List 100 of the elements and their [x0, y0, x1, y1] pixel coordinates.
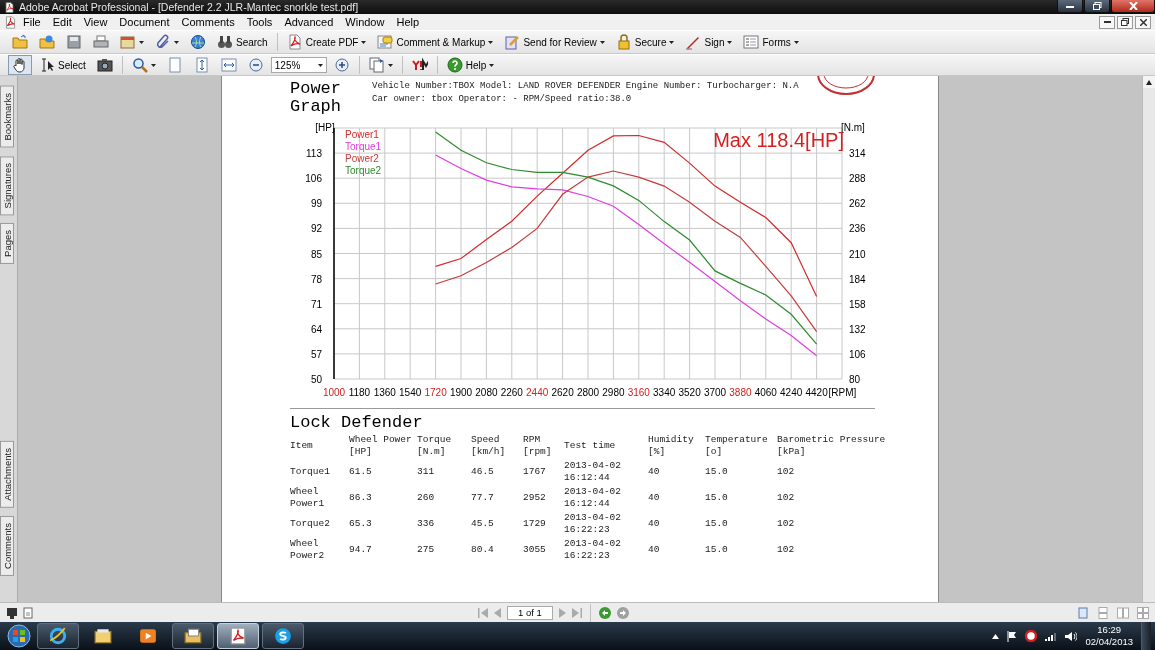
table-cell-text: 102 [777, 544, 796, 556]
table-cell-text: 15.0 [705, 466, 729, 478]
signal-icon[interactable] [1045, 631, 1058, 641]
create-pdf-button[interactable]: Create PDF [282, 32, 371, 52]
axis-label: 288 [849, 173, 866, 185]
comment-button[interactable]: Comment & Markup [373, 32, 498, 52]
ring-icon[interactable] [1025, 630, 1038, 642]
axis-label: 262 [849, 198, 866, 210]
taskbar-button[interactable] [262, 623, 304, 649]
last-page-icon [572, 607, 582, 618]
table-cell-text: 2013-04-02 16:22:23 [564, 538, 622, 562]
menu-item[interactable]: File [17, 16, 47, 28]
table-cell-text: Torque1 [290, 466, 331, 478]
minimize-button[interactable] [1099, 15, 1115, 29]
menu-item[interactable]: Help [390, 16, 426, 28]
axis-label: 3520 [678, 387, 701, 398]
caret-icon [489, 63, 495, 67]
minimize-button[interactable] [1057, 0, 1083, 13]
close-button[interactable] [1135, 15, 1151, 29]
globe-icon [190, 34, 206, 50]
send-review-button[interactable]: Send for Review [500, 32, 609, 52]
taskbar-button[interactable] [172, 623, 214, 649]
side-panel-tab[interactable]: Attachments [0, 441, 14, 509]
close-button[interactable] [1111, 0, 1155, 13]
flag-icon[interactable] [1007, 630, 1018, 642]
column-header: Barometric Pressure [kPa] [777, 434, 887, 458]
menu-item[interactable]: Edit [46, 16, 78, 28]
restore-button[interactable] [1117, 15, 1133, 29]
side-panel-tab[interactable]: Bookmarks [0, 86, 14, 148]
hand-tool-button[interactable] [8, 55, 32, 75]
monitor-icon [6, 606, 18, 619]
taskbar-button[interactable] [37, 623, 79, 649]
table-cell-text: 46.5 [471, 466, 495, 478]
axis-label: 99 [310, 198, 322, 210]
fit-width-icon [220, 57, 237, 73]
caret-icon [669, 40, 675, 44]
menu-item[interactable]: Advanced [278, 16, 340, 28]
page-number-field[interactable]: 1 of 1 [507, 605, 553, 620]
fit-height-icon [193, 57, 210, 73]
axis-label: 314 [849, 148, 866, 160]
browser-icon [49, 627, 67, 645]
axis-label: 184 [849, 273, 866, 285]
legend-label: Power1 [345, 129, 379, 140]
axis-title: [N.m] [841, 122, 865, 133]
table-cell-text: Torque2 [290, 518, 331, 530]
window-title: Adobe Acrobat Professional - [Defender 2.2 JLR-Mantec snorkle test.pdf] [19, 1, 359, 13]
restore-button[interactable] [1084, 0, 1110, 13]
minimize-icon [1066, 4, 1074, 8]
table-cell-text: 260 [417, 492, 436, 504]
axis-label: 158 [849, 298, 866, 310]
table-cell-text: 15.0 [705, 492, 729, 504]
menu-item[interactable]: Window [339, 16, 391, 28]
back-button[interactable] [599, 606, 611, 619]
pen-icon [685, 34, 702, 50]
legend-label: Power2 [345, 153, 379, 164]
legend-label: Torque2 [345, 165, 382, 176]
zoom-field[interactable]: 125% [270, 57, 327, 73]
column-header: Temperature [o] [705, 434, 769, 458]
form-icon [743, 34, 760, 50]
padlock-icon [615, 34, 632, 50]
axis-label: 1180 [348, 387, 371, 398]
scroll-up-button[interactable] [1143, 76, 1155, 88]
sign-button[interactable]: Sign [681, 32, 737, 52]
forward-button[interactable] [617, 606, 629, 619]
start-button[interactable] [4, 622, 34, 650]
side-panel-tab[interactable]: Comments [0, 516, 14, 576]
arrow-up-icon[interactable] [992, 633, 1000, 639]
caret-icon [174, 40, 179, 44]
forms-button[interactable]: Forms [739, 32, 803, 52]
side-panel-tab[interactable]: Signatures [0, 155, 14, 215]
column-header: Item [290, 440, 314, 452]
clock[interactable]: 16:29 02/04/2013 [1085, 624, 1133, 648]
axis-label: 106 [305, 173, 322, 185]
axis-label: 2440 [526, 387, 549, 398]
text-cursor-icon [39, 57, 55, 73]
table-cell-text: Wheel Power1 [290, 486, 326, 510]
document-pen-icon [504, 34, 521, 50]
note-icon [377, 34, 394, 50]
magnifier-icon [131, 57, 148, 73]
select-tool-button[interactable]: Select [35, 55, 90, 75]
table-cell-text: 2013-04-02 16:12:44 [564, 486, 622, 510]
axis-label: 4420 [805, 387, 828, 398]
axis-label: 64 [310, 323, 322, 335]
menu-item[interactable]: View [77, 16, 114, 28]
secure-button[interactable]: Secure [611, 32, 679, 52]
speaker-icon[interactable] [1065, 630, 1078, 642]
close-icon [1139, 18, 1147, 26]
side-panel-tab[interactable]: Pages [0, 222, 14, 264]
help-button[interactable]: Help [442, 55, 499, 75]
caret-icon [361, 40, 367, 44]
search-button[interactable]: Search [213, 32, 272, 52]
caret-icon [793, 40, 799, 44]
pdf-document-icon [286, 34, 303, 50]
section-title: Lock Defender [290, 413, 424, 432]
menu-item[interactable]: Document [113, 16, 176, 28]
table-cell-text: 3055 [523, 544, 547, 556]
menu-item[interactable]: Tools [240, 16, 279, 28]
axis-label: 2800 [576, 387, 600, 398]
menu-item[interactable]: Comments [175, 16, 241, 28]
axis-label: 1540 [399, 387, 422, 398]
